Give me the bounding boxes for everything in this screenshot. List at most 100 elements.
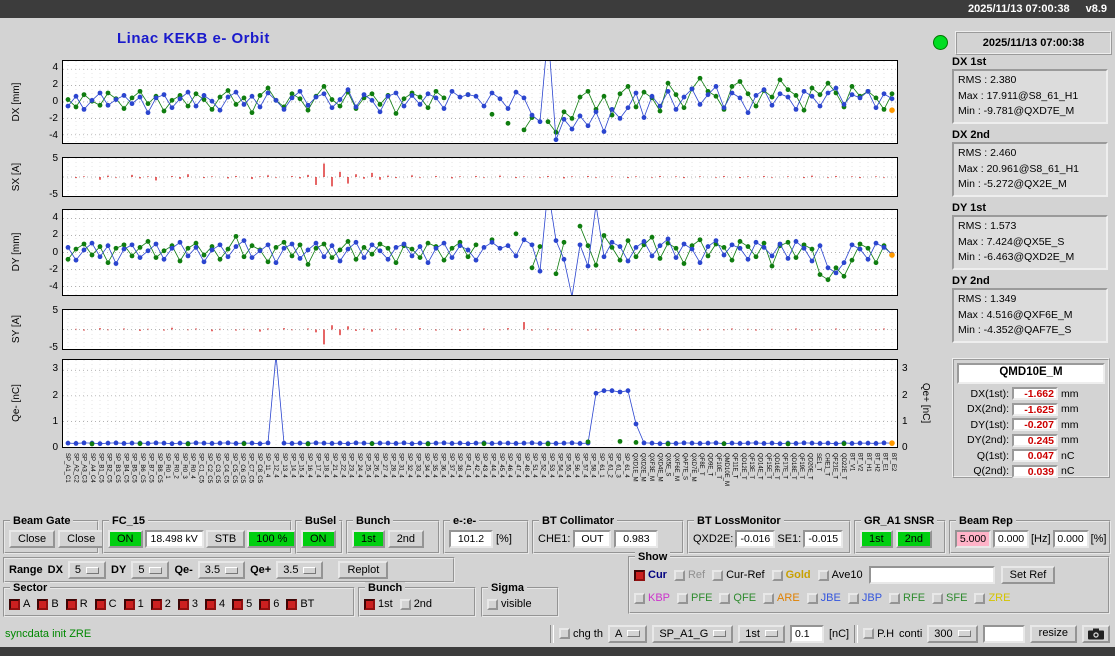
chg-th-toggle[interactable]: chg th (559, 628, 603, 640)
checkbox[interactable] (673, 569, 685, 581)
checkbox[interactable] (712, 569, 724, 581)
checkbox[interactable] (37, 598, 49, 610)
bpm-name: SP_B5_C5 (130, 453, 137, 483)
sector-2[interactable]: 2 (150, 598, 171, 610)
bunch-2nd[interactable]: 2nd (399, 598, 432, 610)
bpm-name: SP_B4_C5 (122, 453, 129, 483)
ph-toggle[interactable]: P.H (863, 628, 894, 640)
fc15-stb-button[interactable]: STB (205, 530, 246, 548)
show-rfe[interactable]: RFE (889, 592, 925, 604)
show-cur[interactable]: Cur (634, 569, 667, 581)
stat-line: Min : -9.781@QXD7E_M (958, 105, 1075, 117)
checkbox[interactable] (399, 598, 411, 610)
checkbox[interactable] (771, 569, 783, 581)
device-select-dropdown[interactable]: SP_A1_G (652, 624, 734, 643)
bpm-name: SP_C5_C5 (230, 453, 237, 484)
sector-select-dropdown[interactable]: A (607, 624, 648, 643)
checkbox[interactable] (806, 592, 818, 604)
sector-6[interactable]: 6 (259, 598, 279, 610)
qmd-row-unit: mm (1061, 434, 1079, 447)
show-zre[interactable]: ZRE (974, 592, 1010, 604)
bunch-1st[interactable]: 1st (364, 598, 393, 610)
checkbox[interactable] (286, 598, 298, 610)
ee-ratio-title: e-:e- (450, 515, 480, 527)
bunch-select-dropdown[interactable]: 1st (738, 624, 785, 643)
bunch-2nd-button[interactable]: 2nd (387, 530, 425, 548)
show-jbp[interactable]: JBP (847, 592, 882, 604)
checkbox[interactable] (932, 592, 944, 604)
checkbox[interactable] (204, 598, 216, 610)
show-jbe[interactable]: JBE (806, 592, 841, 604)
bpm-name: CHE1_T (823, 453, 830, 477)
checkbox[interactable] (177, 598, 189, 610)
checkbox[interactable] (863, 628, 875, 639)
interval-dropdown[interactable]: 300 (927, 624, 978, 643)
checkbox[interactable] (487, 598, 498, 610)
sector-r[interactable]: R (65, 598, 88, 610)
show-sfe[interactable]: SFE (932, 592, 967, 604)
checkbox[interactable] (634, 569, 645, 581)
checkbox[interactable] (559, 628, 571, 639)
snapshot-button[interactable] (1082, 624, 1110, 643)
bpm-name: SP_17_4 (314, 453, 321, 478)
sigma-visible[interactable]: visible (487, 598, 532, 610)
show-ref[interactable]: Ref (673, 569, 705, 581)
checkbox[interactable] (889, 592, 901, 604)
checkbox[interactable] (364, 598, 375, 610)
sector-bt[interactable]: BT (286, 598, 314, 610)
show-are[interactable]: ARE (763, 592, 800, 604)
show-ave10[interactable]: Ave10 (817, 569, 863, 581)
count-entry[interactable] (982, 624, 1025, 643)
checkbox[interactable] (817, 569, 829, 581)
gr-a1-2nd-button[interactable]: 2nd (895, 530, 933, 548)
bpm-name: SP_C7_C5 (247, 453, 254, 484)
range-dy-dropdown[interactable]: 5 (131, 561, 170, 579)
range-label: Range (9, 564, 43, 576)
sector-b[interactable]: B (37, 598, 59, 610)
show-qfe[interactable]: QFE (719, 592, 756, 604)
range-dx-dropdown[interactable]: 5 (67, 561, 107, 579)
bpm-name: SP_C4_C5 (222, 453, 229, 484)
checkbox[interactable] (123, 598, 135, 610)
range-qe-plus-dropdown[interactable]: 3.5 (276, 561, 324, 579)
sector-3[interactable]: 3 (177, 598, 198, 610)
fc15-duty-button[interactable]: 100 % (247, 530, 297, 548)
bpm-name: SP_11_4 (264, 453, 271, 478)
set-ref-button[interactable]: Set Ref (1000, 566, 1056, 584)
sector-5[interactable]: 5 (232, 598, 252, 610)
sector-c[interactable]: C (94, 598, 117, 610)
checkbox[interactable] (259, 598, 271, 610)
range-qe-minus-dropdown[interactable]: 3.5 (197, 561, 246, 579)
checkbox[interactable] (94, 598, 106, 610)
checkbox[interactable] (9, 598, 20, 610)
fc15-on-button[interactable]: ON (108, 530, 143, 548)
checkbox[interactable] (232, 598, 244, 610)
sector-4[interactable]: 4 (204, 598, 225, 610)
checkbox[interactable] (974, 592, 986, 604)
checkbox[interactable] (677, 592, 689, 604)
checkbox[interactable] (150, 598, 162, 610)
show-cur-ref[interactable]: Cur-Ref (712, 569, 765, 581)
sector-a[interactable]: A (9, 598, 30, 610)
busel-on-button[interactable]: ON (301, 530, 336, 548)
show-kbp[interactable]: KBP (634, 592, 670, 604)
sector-1[interactable]: 1 (123, 598, 144, 610)
show-gold[interactable]: Gold (771, 569, 811, 581)
checkbox[interactable] (847, 592, 859, 604)
resize-button[interactable]: resize (1029, 624, 1077, 643)
ref-entry[interactable] (868, 566, 995, 584)
checkbox[interactable] (65, 598, 77, 610)
checkbox[interactable] (763, 592, 775, 604)
threshold-entry[interactable] (789, 624, 824, 643)
bunch-1st-button[interactable]: 1st (352, 530, 385, 548)
checkbox[interactable] (719, 592, 731, 604)
beam-gate-close-button-2[interactable]: Close (58, 530, 105, 548)
bpm-name: QXD2E_M (639, 453, 646, 482)
show-pfe[interactable]: PFE (677, 592, 712, 604)
sector-title: Sector (10, 582, 51, 594)
checkbox-label: QFE (733, 592, 757, 604)
gr-a1-1st-button[interactable]: 1st (860, 530, 893, 548)
beam-gate-close-button-1[interactable]: Close (9, 530, 56, 548)
replot-button[interactable]: Replot (338, 561, 389, 579)
checkbox[interactable] (634, 592, 645, 604)
